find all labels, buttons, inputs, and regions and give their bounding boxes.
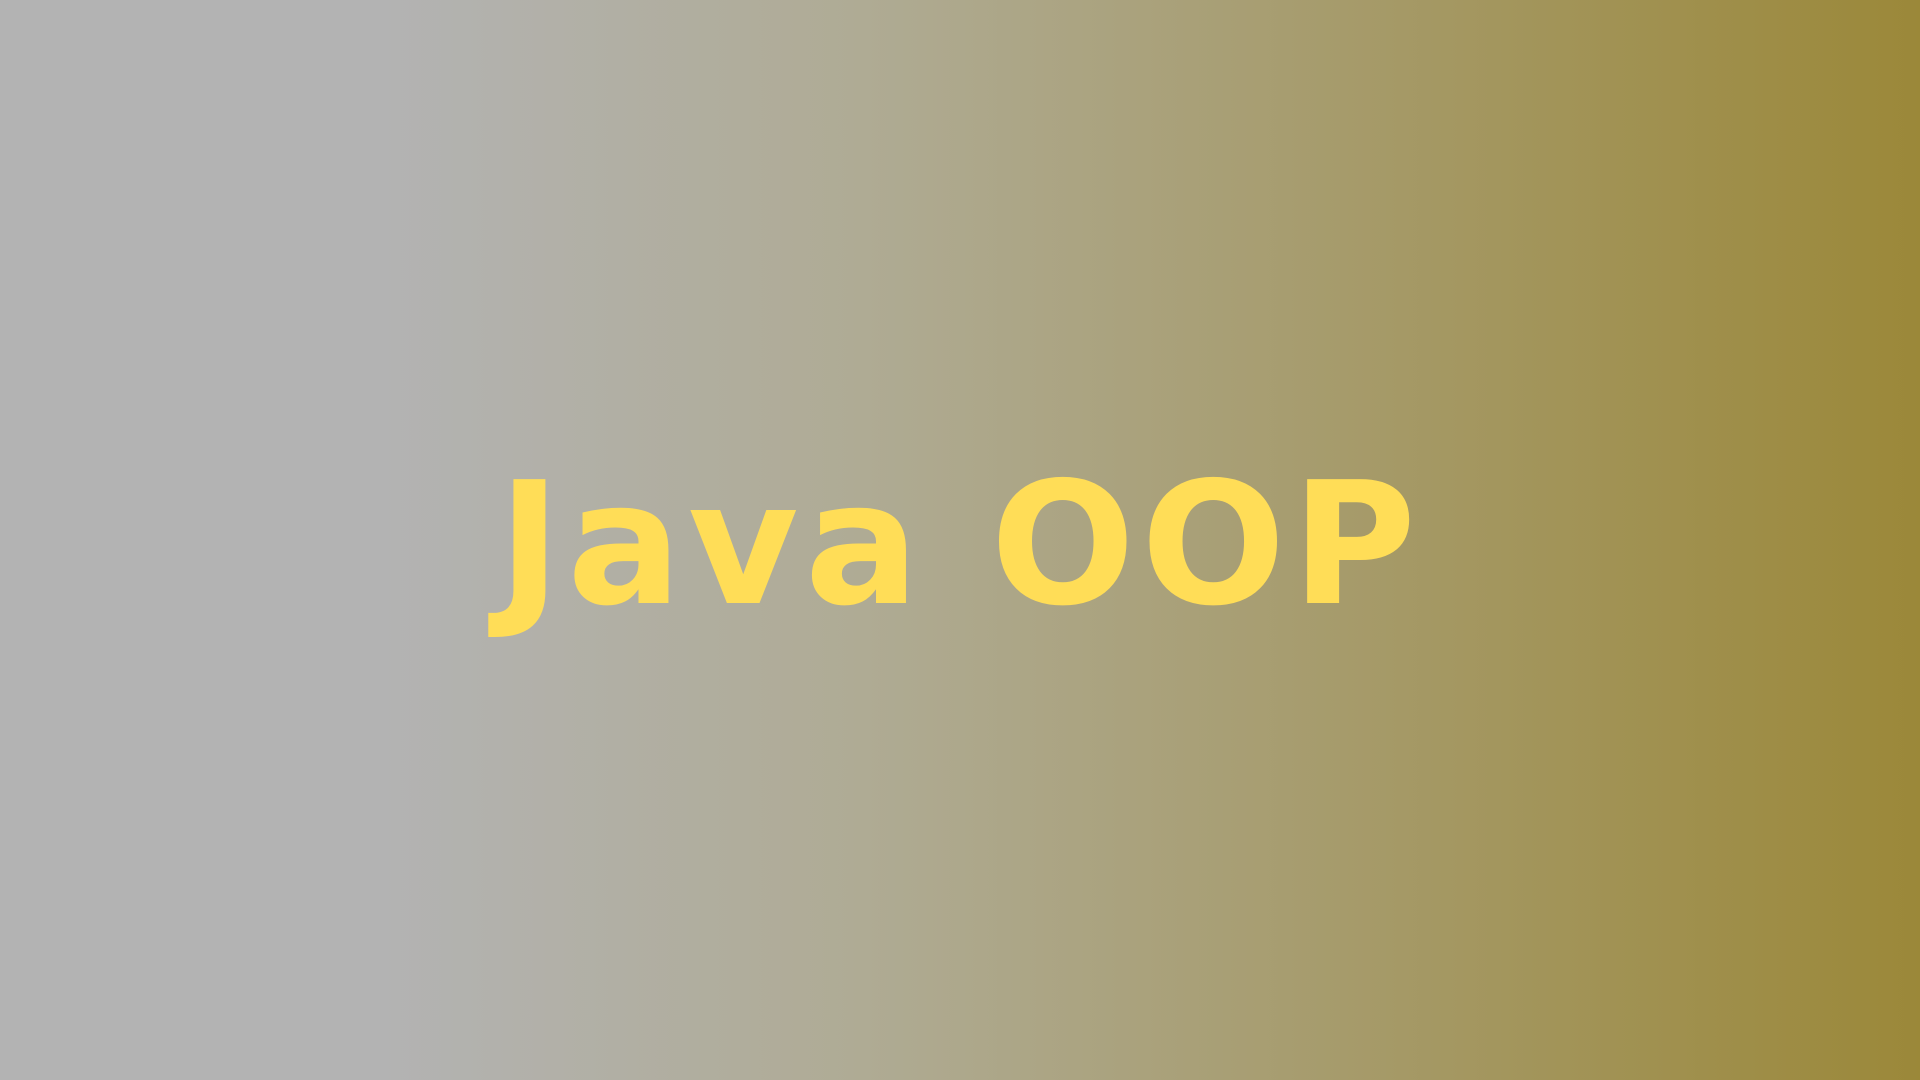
slide-title: Java OOP (497, 446, 1423, 644)
title-slide: Java OOP (0, 0, 1920, 1080)
